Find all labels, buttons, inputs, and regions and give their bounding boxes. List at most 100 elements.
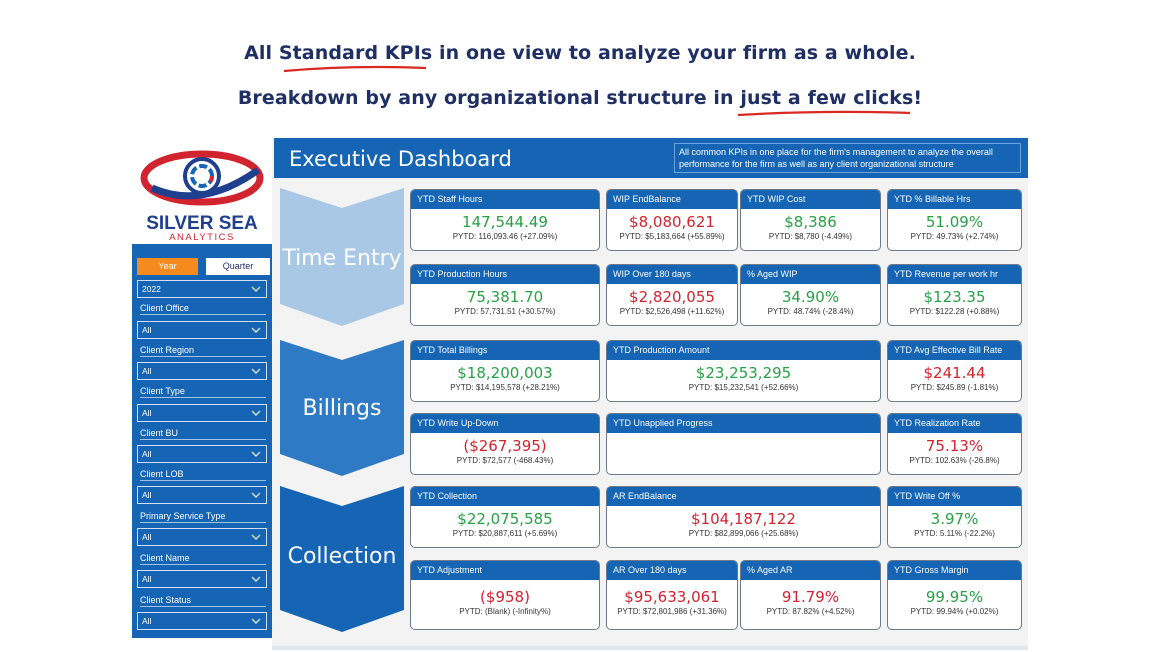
year-select[interactable]: 2022 bbox=[137, 280, 267, 298]
page-title: Executive Dashboard bbox=[289, 147, 512, 171]
kpi-title: YTD Total Billings bbox=[411, 341, 599, 360]
kpi-value: 51.09% bbox=[925, 213, 984, 231]
kpi-card-ytd-adjustment[interactable]: YTD Adjustment ($958) PYTD: (Blank) (-In… bbox=[410, 560, 600, 630]
page-bottom-border bbox=[272, 646, 1028, 650]
kpi-card-ytd-avg-effective-bill-rate[interactable]: YTD Avg Effective Bill Rate $241.44 PYTD… bbox=[887, 340, 1022, 402]
period-toggle[interactable]: Year Quarter bbox=[137, 258, 270, 275]
filter-value: All bbox=[142, 616, 152, 626]
kpi-pytd: PYTD: 5.11% (-22.2%) bbox=[914, 529, 995, 538]
kpi-card-aged-ar[interactable]: % Aged AR 91.79% PYTD: 87.82% (+4.52%) bbox=[740, 560, 881, 630]
kpi-pytd: PYTD: $2,526,498 (+11.62%) bbox=[619, 307, 725, 316]
kpi-value: $95,633,061 bbox=[624, 588, 720, 606]
kpi-title: % Aged AR bbox=[741, 561, 880, 580]
kpi-card-ytd-write-off[interactable]: YTD Write Off % 3.97% PYTD: 5.11% (-22.2… bbox=[887, 486, 1022, 548]
kpi-card-wip-endbalance[interactable]: WIP EndBalance $8,080,621 PYTD: $5,183,6… bbox=[606, 189, 738, 251]
kpi-value: 75.13% bbox=[925, 437, 984, 455]
kpi-pytd: PYTD: $8,780 (-4.49%) bbox=[768, 232, 853, 241]
kpi-card-ytd-wip-cost[interactable]: YTD WIP Cost $8,386 PYTD: $8,780 (-4.49%… bbox=[740, 189, 881, 251]
filter-select-client-lob[interactable]: All bbox=[137, 486, 267, 504]
kpi-pytd: PYTD: 99.94% (+0.02%) bbox=[910, 607, 999, 616]
kpi-title: YTD Adjustment bbox=[411, 561, 599, 580]
kpi-title: YTD % Billable Hrs bbox=[888, 190, 1021, 209]
logo: SILVER SEA ANALYTICS bbox=[132, 138, 272, 244]
kpi-card-ytd-staff-hours[interactable]: YTD Staff Hours 147,544.49 PYTD: 116,093… bbox=[410, 189, 600, 251]
kpi-value: $241.44 bbox=[923, 364, 986, 382]
kpi-card-ytd-production-amount[interactable]: YTD Production Amount $23,253,295 PYTD: … bbox=[606, 340, 881, 402]
filter-label-primary-service-type: Primary Service Type bbox=[140, 511, 266, 523]
kpi-card-ytd-realization-rate[interactable]: YTD Realization Rate 75.13% PYTD: 102.63… bbox=[887, 413, 1022, 475]
kpi-card-ytd-collection[interactable]: YTD Collection $22,075,585 PYTD: $20,887… bbox=[410, 486, 600, 548]
kpi-title: YTD Realization Rate bbox=[888, 414, 1021, 433]
filter-select-client-region[interactable]: All bbox=[137, 362, 267, 380]
kpi-title: YTD Collection bbox=[411, 487, 599, 506]
toggle-quarter-button[interactable]: Quarter bbox=[206, 258, 270, 275]
kpi-card-ytd-production-hours[interactable]: YTD Production Hours 75,381.70 PYTD: 57,… bbox=[410, 264, 600, 326]
section-label: Billings bbox=[302, 396, 382, 421]
filter-select-client-bu[interactable]: All bbox=[137, 445, 267, 463]
kpi-card-ytd-write-up-down[interactable]: YTD Write Up-Down ($267,395) PYTD: $72,5… bbox=[410, 413, 600, 475]
kpi-card-ytd-unapplied-progress[interactable]: YTD Unapplied Progress bbox=[606, 413, 881, 475]
kpi-pytd: PYTD: $15,232,541 (+52.66%) bbox=[688, 383, 799, 392]
kpi-pytd: PYTD: 102.63% (-26.8%) bbox=[909, 456, 1000, 465]
kpi-card-ar-endbalance[interactable]: AR EndBalance $104,187,122 PYTD: $82,899… bbox=[606, 486, 881, 548]
filter-value: All bbox=[142, 325, 152, 335]
kpi-value: 34.90% bbox=[781, 288, 840, 306]
kpi-value: $18,200,003 bbox=[457, 364, 553, 382]
kpi-pytd: PYTD: $72,801,986 (+31.36%) bbox=[617, 607, 727, 616]
headline-underline-2 bbox=[737, 110, 911, 117]
kpi-card-wip-over-180-days[interactable]: WIP Over 180 days $2,820,055 PYTD: $2,52… bbox=[606, 264, 738, 326]
kpi-pytd: PYTD: (Blank) (-Infinity%) bbox=[459, 607, 551, 616]
kpi-card-ytd-billable-hrs[interactable]: YTD % Billable Hrs 51.09% PYTD: 49.73% (… bbox=[887, 189, 1022, 251]
kpi-value: $22,075,585 bbox=[457, 510, 553, 528]
kpi-value: $2,820,055 bbox=[629, 288, 715, 306]
kpi-pytd: PYTD: $122.28 (+0.88%) bbox=[909, 307, 1000, 316]
logo-line-1: SILVER SEA bbox=[146, 213, 258, 234]
dashboard-header: Executive Dashboard All common KPIs in o… bbox=[274, 138, 1028, 178]
kpi-pytd: PYTD: 116,093.46 (+27.09%) bbox=[452, 232, 558, 241]
kpi-title: AR EndBalance bbox=[607, 487, 880, 506]
filter-value: All bbox=[142, 408, 152, 418]
filter-select-client-name[interactable]: All bbox=[137, 570, 267, 588]
section-label: Collection bbox=[287, 544, 397, 569]
kpi-value: 3.97% bbox=[930, 510, 979, 528]
kpi-value: $23,253,295 bbox=[695, 364, 792, 382]
kpi-title: YTD Unapplied Progress bbox=[607, 414, 880, 433]
kpi-title: YTD Write Up-Down bbox=[411, 414, 599, 433]
kpi-card-ytd-gross-margin[interactable]: YTD Gross Margin 99.95% PYTD: 99.94% (+0… bbox=[887, 560, 1022, 630]
kpi-title: YTD Gross Margin bbox=[888, 561, 1021, 580]
kpi-value: $104,187,122 bbox=[691, 510, 796, 528]
filter-label-client-lob: Client LOB bbox=[140, 469, 266, 481]
filter-value: All bbox=[142, 449, 152, 459]
filter-select-primary-service-type[interactable]: All bbox=[137, 528, 267, 546]
year-select-value: 2022 bbox=[142, 284, 161, 294]
section-billings: Billings bbox=[280, 340, 404, 476]
chevron-down-icon bbox=[251, 618, 261, 624]
filter-label-client-type: Client Type bbox=[140, 386, 266, 398]
filter-select-client-office[interactable]: All bbox=[137, 321, 267, 339]
headline-line-1: All Standard KPIs in one view to analyze… bbox=[244, 42, 916, 64]
chevron-down-icon bbox=[251, 327, 261, 333]
dashboard-description: All common KPIs in one place for the fir… bbox=[674, 143, 1021, 173]
toggle-year-button[interactable]: Year bbox=[137, 258, 198, 275]
kpi-pytd: PYTD: 87.82% (+4.52%) bbox=[766, 607, 855, 616]
kpi-card-ar-over-180-days[interactable]: AR Over 180 days $95,633,061 PYTD: $72,8… bbox=[606, 560, 738, 630]
silver-sea-logo-icon: SILVER SEA ANALYTICS bbox=[140, 150, 264, 243]
chevron-down-icon bbox=[251, 534, 261, 540]
kpi-title: YTD Production Hours bbox=[411, 265, 599, 284]
kpi-value: 147,544.49 bbox=[462, 213, 548, 231]
logo-line-2: ANALYTICS bbox=[169, 232, 235, 243]
kpi-card-ytd-total-billings[interactable]: YTD Total Billings $18,200,003 PYTD: $14… bbox=[410, 340, 600, 402]
kpi-pytd: PYTD: $82,899,066 (+25.68%) bbox=[688, 529, 799, 538]
filter-select-client-status[interactable]: All bbox=[137, 612, 267, 630]
kpi-pytd: PYTD: 48.74% (-28.4%) bbox=[767, 307, 854, 316]
kpi-title: AR Over 180 days bbox=[607, 561, 737, 580]
kpi-title: % Aged WIP bbox=[741, 265, 880, 284]
kpi-card-ytd-revenue-per-work-hr[interactable]: YTD Revenue per work hr $123.35 PYTD: $1… bbox=[887, 264, 1022, 326]
section-label: Time Entry bbox=[282, 246, 402, 271]
kpi-title: YTD WIP Cost bbox=[741, 190, 880, 209]
filter-select-client-type[interactable]: All bbox=[137, 404, 267, 422]
kpi-card-aged-wip[interactable]: % Aged WIP 34.90% PYTD: 48.74% (-28.4%) bbox=[740, 264, 881, 326]
filter-label-client-bu: Client BU bbox=[140, 428, 266, 440]
filter-value: All bbox=[142, 366, 152, 376]
chevron-down-icon bbox=[251, 451, 261, 457]
